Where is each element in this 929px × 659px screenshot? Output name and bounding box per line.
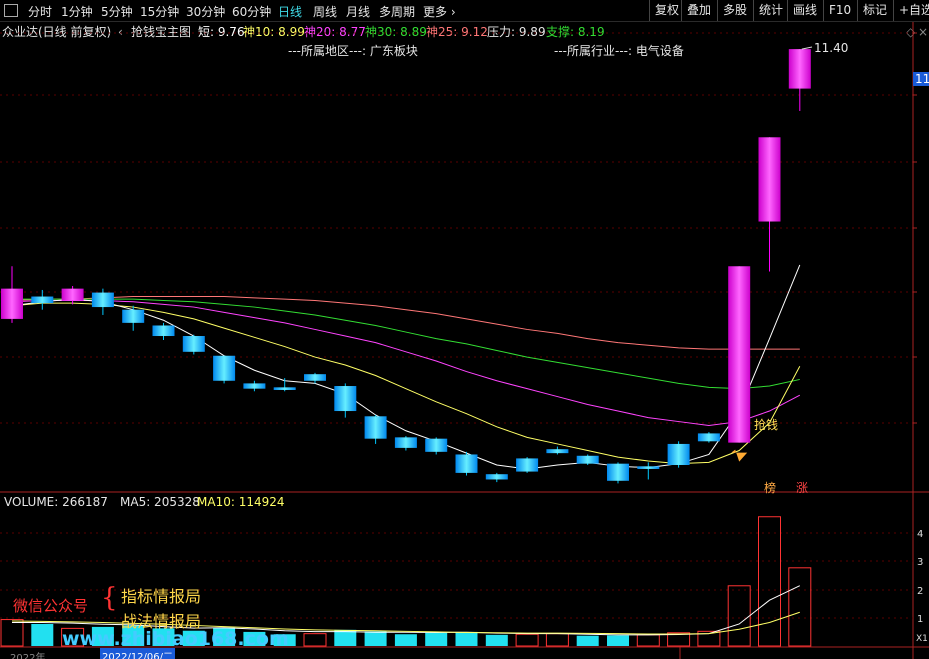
volume-bar-26 (788, 567, 812, 647)
volume-bar-12 (364, 631, 387, 646)
volume-bar-15 (455, 631, 478, 646)
candle-body-22 (667, 443, 690, 465)
volume-bar-14 (425, 632, 448, 646)
volume-bar-10 (303, 633, 327, 647)
tag-zhang: 涨 (796, 481, 809, 495)
watermark-url: www.zhibiao168.com (62, 628, 289, 650)
volume-bar-16 (485, 634, 508, 646)
candle-body-15 (455, 454, 478, 473)
buy-signal-label: 抢钱 (754, 418, 779, 432)
date-year: 2022年 (10, 653, 46, 659)
volume-label: VOLUME: 266187 (4, 495, 108, 509)
candle-body-0 (1, 288, 23, 319)
vol-axis-x1: X1 (916, 634, 928, 644)
watermark-line1: 指标情报局 (121, 587, 202, 606)
candle-body-4 (122, 309, 145, 323)
volume-expand-icon[interactable] (4, 495, 12, 503)
volume-bar-20 (607, 635, 629, 646)
max-price-label: 11.40 (814, 41, 849, 55)
candle-body-9 (273, 387, 296, 390)
vol-axis-tick-1: 3 (917, 557, 923, 568)
cursor-date: 2022/12/06/二 (100, 648, 176, 659)
tag-bang: 榜 (764, 481, 777, 495)
candle-body-10 (304, 374, 326, 381)
candle-body-23 (697, 433, 720, 442)
candle-body-26 (788, 49, 811, 89)
candle-body-8 (243, 383, 266, 389)
vol-ma5-label: MA5: 205328 (120, 495, 200, 509)
buy-signal-marker (731, 449, 748, 462)
vol-axis-tick-2: 2 (917, 586, 923, 597)
candle-body-14 (425, 438, 448, 452)
volume-bar-1 (31, 623, 54, 646)
candle-body-25 (758, 137, 781, 222)
candle-body-11 (334, 386, 357, 412)
volume-bar-25 (758, 516, 781, 647)
candle-body-13 (394, 437, 417, 448)
vol-axis-tick-0: 4 (917, 529, 923, 540)
volume-bar-11 (334, 629, 357, 646)
candle-body-7 (213, 355, 236, 381)
candle-body-5 (152, 325, 175, 337)
volume-bar-0 (0, 619, 24, 647)
volume-bar-24 (727, 585, 751, 647)
candlestick-chart[interactable]: 4 3 2 1 X1 (0, 0, 929, 659)
max-price-arrow (801, 46, 813, 50)
volume-bar-18 (545, 633, 569, 647)
candle-body-6 (182, 336, 205, 352)
candle-body-20 (607, 463, 629, 481)
watermark-brace: { (101, 583, 118, 613)
candle-body-19 (576, 455, 599, 464)
vol-ma10-label: MA10: 114924 (197, 495, 285, 509)
candle-body-3 (91, 292, 114, 308)
right-axis-price-tag: 11. (913, 72, 929, 86)
volume-bar-13 (394, 634, 417, 646)
candle-body-21 (637, 466, 660, 469)
candle-body-2 (61, 288, 84, 301)
watermark-wechat: 微信公众号 (13, 597, 89, 615)
candle-body-24 (728, 266, 751, 443)
volume-bar-17 (515, 633, 539, 647)
volume-bar-19 (576, 635, 599, 646)
volume-bar-21 (636, 634, 660, 647)
candle-body-17 (516, 458, 539, 472)
candle-body-1 (31, 296, 54, 304)
candle-body-12 (364, 416, 387, 439)
candle-body-16 (485, 474, 508, 480)
candle-body-18 (546, 449, 569, 454)
vol-axis-tick-3: 1 (917, 614, 923, 625)
